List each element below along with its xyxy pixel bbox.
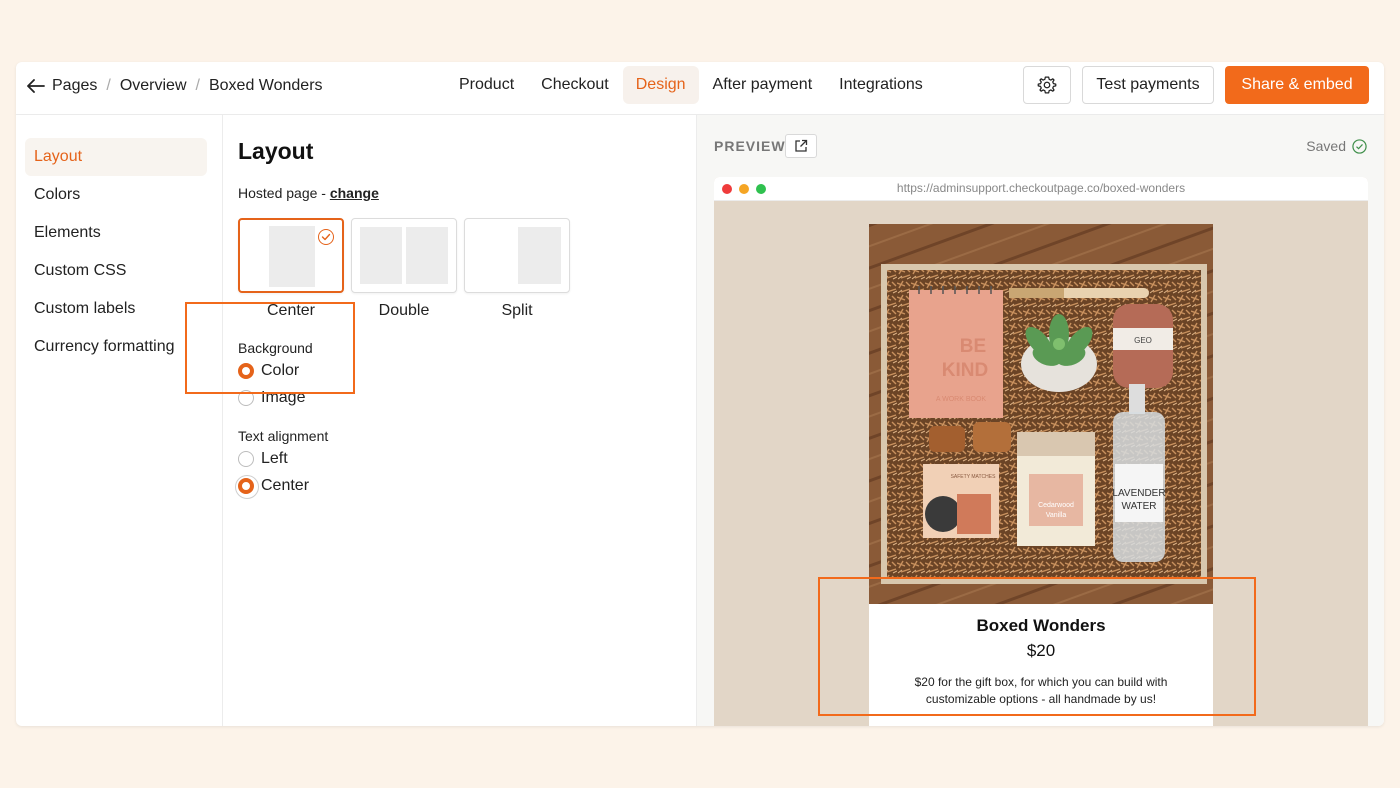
layout-label-split: Split bbox=[501, 302, 533, 319]
tab-after-payment[interactable]: After payment bbox=[700, 66, 826, 104]
hosted-page-label: Hosted page - bbox=[238, 185, 330, 201]
sidebar-item-colors[interactable]: Colors bbox=[25, 176, 207, 214]
open-preview-button[interactable] bbox=[785, 134, 817, 158]
radio-unselected[interactable] bbox=[238, 451, 254, 467]
sidebar-item-elements[interactable]: Elements bbox=[25, 214, 207, 252]
main-tabs: Product Checkout Design After payment In… bbox=[446, 66, 937, 104]
layout-settings-panel: Layout Hosted page - change Center Doubl… bbox=[223, 115, 697, 726]
preview-url: https://adminsupport.checkoutpage.co/box… bbox=[896, 181, 1186, 195]
svg-text:SAFETY MATCHES: SAFETY MATCHES bbox=[951, 474, 996, 480]
layout-option-double[interactable] bbox=[351, 218, 457, 293]
product-info-highlight bbox=[818, 577, 1256, 716]
top-bar: Pages / Overview / Boxed Wonders Product… bbox=[16, 62, 1384, 115]
svg-text:BE: BE bbox=[960, 336, 986, 357]
settings-button[interactable] bbox=[1023, 66, 1071, 104]
test-payments-button[interactable]: Test payments bbox=[1082, 66, 1214, 104]
tab-integrations[interactable]: Integrations bbox=[826, 66, 936, 104]
save-status: Saved bbox=[1306, 138, 1367, 154]
svg-text:GEO: GEO bbox=[1134, 336, 1152, 345]
radio-selected[interactable] bbox=[235, 475, 259, 499]
text-alignment-label: Text alignment bbox=[238, 428, 329, 444]
breadcrumb: Pages / Overview / Boxed Wonders bbox=[26, 64, 323, 108]
sidebar-item-layout[interactable]: Layout bbox=[25, 138, 207, 176]
sidebar-item-currency-formatting[interactable]: Currency formatting bbox=[25, 328, 207, 366]
check-circle-icon bbox=[1352, 138, 1367, 154]
back-arrow-icon[interactable] bbox=[26, 76, 46, 96]
layout-option-split[interactable] bbox=[464, 218, 570, 293]
alignment-option-left[interactable]: Left bbox=[238, 450, 288, 468]
svg-text:WATER: WATER bbox=[1122, 501, 1157, 512]
share-embed-button[interactable]: Share & embed bbox=[1225, 66, 1369, 104]
tab-checkout[interactable]: Checkout bbox=[528, 66, 622, 104]
product-photo: BE KIND A WORK BOOK GEO SAFETY MATCHES C… bbox=[869, 224, 1213, 604]
design-sidebar: Layout Colors Elements Custom CSS Custom… bbox=[16, 115, 223, 726]
svg-text:Vanilla: Vanilla bbox=[1046, 512, 1067, 519]
saved-text: Saved bbox=[1306, 138, 1346, 154]
tab-product[interactable]: Product bbox=[446, 66, 527, 104]
change-link[interactable]: change bbox=[330, 185, 379, 201]
breadcrumb-overview[interactable]: Overview bbox=[120, 77, 187, 95]
svg-text:KIND: KIND bbox=[942, 360, 988, 381]
svg-text:LAVENDER: LAVENDER bbox=[1112, 488, 1165, 499]
external-link-icon bbox=[795, 139, 808, 152]
gear-icon bbox=[1037, 76, 1057, 94]
layout-preview-block bbox=[360, 227, 402, 284]
hosted-page-row: Hosted page - change bbox=[238, 185, 379, 201]
layout-option-center[interactable] bbox=[238, 218, 344, 293]
sidebar-item-custom-css[interactable]: Custom CSS bbox=[25, 252, 207, 290]
layout-label-double: Double bbox=[378, 302, 430, 319]
breadcrumb-separator: / bbox=[195, 77, 200, 94]
browser-bar: https://adminsupport.checkoutpage.co/box… bbox=[714, 177, 1368, 201]
breadcrumb-separator: / bbox=[106, 77, 111, 94]
text-alignment-highlight bbox=[185, 302, 355, 394]
preview-label: PREVIEW bbox=[714, 138, 786, 154]
selected-check-icon bbox=[318, 229, 334, 245]
tab-design[interactable]: Design bbox=[622, 66, 699, 104]
radio-label: Left bbox=[261, 450, 288, 467]
svg-text:Cedarwood: Cedarwood bbox=[1038, 502, 1074, 509]
panel-title: Layout bbox=[238, 138, 314, 164]
radio-label: Center bbox=[261, 477, 310, 494]
breadcrumb-pages[interactable]: Pages bbox=[52, 77, 97, 95]
layout-preview-block bbox=[518, 227, 561, 284]
sidebar-item-custom-labels[interactable]: Custom labels bbox=[25, 290, 207, 328]
breadcrumb-current: Boxed Wonders bbox=[208, 77, 323, 94]
alignment-option-center[interactable]: Center bbox=[235, 475, 310, 499]
layout-preview-block bbox=[406, 227, 448, 284]
layout-preview-block bbox=[269, 226, 315, 287]
svg-text:A WORK BOOK: A WORK BOOK bbox=[936, 396, 987, 403]
